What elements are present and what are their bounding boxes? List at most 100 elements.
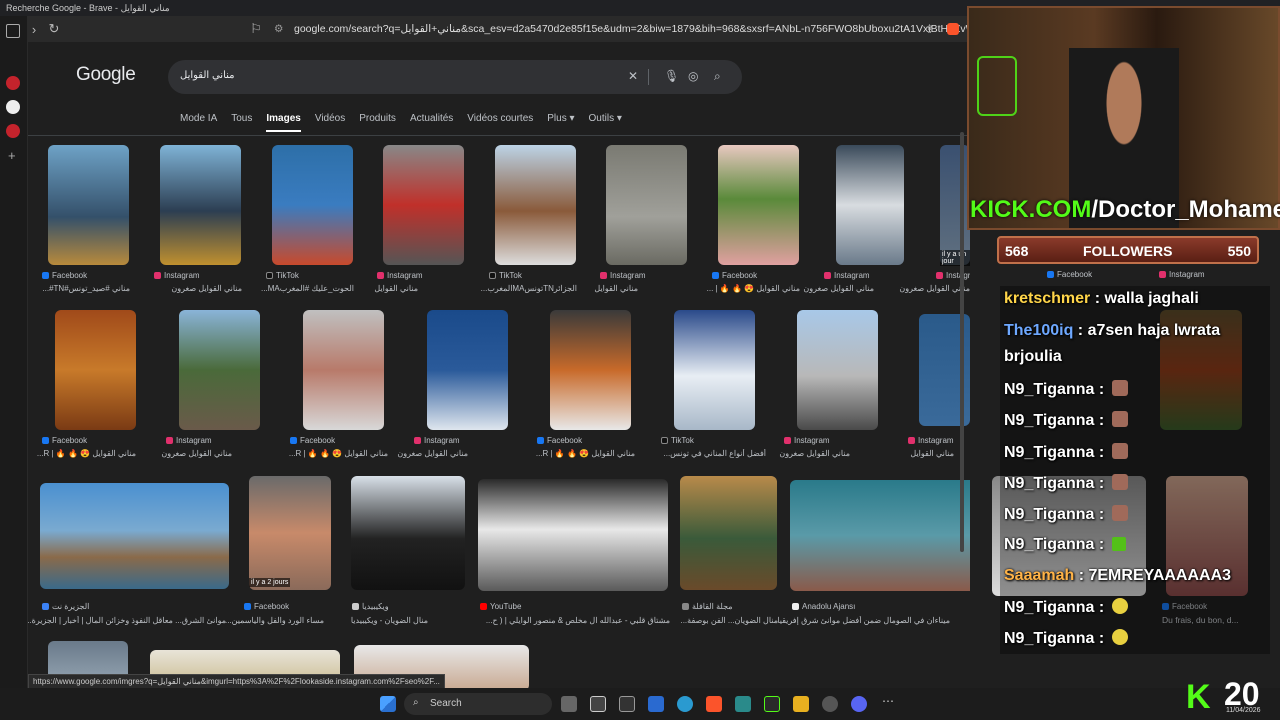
image-result[interactable]	[160, 145, 241, 265]
followers-right-count: 550	[1227, 243, 1251, 259]
emote-icon	[1112, 380, 1129, 396]
lens-icon[interactable]: ◎	[688, 69, 698, 83]
result-caption[interactable]: مناني القوايل صغرون	[122, 449, 232, 458]
image-result[interactable]	[55, 310, 136, 430]
app-icon[interactable]	[735, 696, 751, 712]
result-caption[interactable]: مناني القوايل صغرون	[740, 449, 850, 458]
search-query: مناني القوايل	[180, 70, 235, 81]
result-source: Facebook	[244, 602, 289, 611]
image-result[interactable]	[797, 310, 878, 430]
google-logo[interactable]: Google	[76, 64, 136, 86]
image-result[interactable]	[383, 145, 464, 265]
reload-icon[interactable]: ↻	[44, 21, 64, 37]
result-source: Anadolu Ajansı	[792, 602, 855, 611]
page-scrollbar[interactable]	[960, 132, 964, 552]
obs-icon[interactable]	[822, 696, 838, 712]
image-result[interactable]	[272, 145, 353, 265]
taskbar-search[interactable]: ⌕ Search	[404, 693, 552, 715]
status-url: https://www.google.com/imgres?q=مناني ال…	[28, 674, 445, 689]
image-result[interactable]	[550, 310, 631, 430]
image-result[interactable]	[303, 310, 384, 430]
result-source: YouTube	[480, 602, 521, 611]
tab-outils[interactable]: Outils ▾	[589, 113, 622, 132]
result-caption[interactable]: مناني القوايل	[844, 449, 954, 458]
brave-icon[interactable]	[706, 696, 722, 712]
file-explorer-icon[interactable]	[793, 696, 809, 712]
image-result[interactable]	[478, 479, 668, 591]
tab-actualites[interactable]: Actualités	[410, 113, 453, 132]
tab-videos-courtes[interactable]: Vidéos courtes	[467, 113, 533, 132]
discord-icon[interactable]	[851, 696, 867, 712]
tab-mode-ia[interactable]: Mode IA	[180, 113, 217, 132]
chat-message: kretschmer : walla jaghali	[1004, 290, 1199, 307]
result-caption[interactable]: مناني #صيد_تونس#TN#...	[28, 284, 130, 293]
image-result[interactable]	[790, 480, 970, 591]
pycharm-icon[interactable]	[764, 696, 780, 712]
result-caption[interactable]: منال الضويان - ويكيبيديا	[318, 616, 428, 625]
image-result[interactable]	[179, 310, 260, 430]
search-icon[interactable]: ⌕	[714, 69, 721, 84]
share-icon[interactable]: ⇪	[925, 23, 934, 36]
result-source: Instagram	[824, 271, 870, 280]
chat-message: N9_Tiganna :	[1004, 411, 1129, 430]
tab-videos[interactable]: Vidéos	[315, 113, 345, 132]
outlook-icon[interactable]	[648, 696, 664, 712]
calendar-icon[interactable]	[590, 696, 606, 712]
tab-plus[interactable]: Plus ▾	[547, 113, 574, 132]
sidebar-youtube-icon[interactable]	[6, 76, 20, 90]
edge-icon[interactable]	[677, 696, 693, 712]
sidebar-chrome-icon[interactable]	[6, 100, 20, 114]
bookmark-icon[interactable]: ⚐	[246, 21, 266, 37]
image-result[interactable]	[351, 476, 465, 590]
neon-sign	[977, 56, 1017, 116]
result-source: Instagram	[784, 436, 830, 445]
sidebar-panel-icon[interactable]	[6, 24, 20, 38]
result-caption[interactable]: مناني القوايل صغرون	[132, 284, 242, 293]
image-result[interactable]	[940, 145, 970, 265]
result-caption[interactable]: مناني القوايل	[528, 284, 638, 293]
terminal-icon[interactable]	[619, 696, 635, 712]
sidebar-youtube-icon-2[interactable]	[6, 124, 20, 138]
result-caption[interactable]: مناني القوايل 😍 🔥 🔥 | R...	[525, 449, 635, 458]
more-icon[interactable]: ⋯	[882, 694, 898, 710]
result-caption[interactable]: مناني القوايل صغرون	[860, 284, 970, 293]
address-bar[interactable]: ⚙ google.com/search?q=مناني+القوايل&sca_…	[268, 19, 968, 39]
image-result[interactable]	[718, 145, 799, 265]
result-caption[interactable]: مناني القوايل 😍 🔥 🔥 | R...	[28, 449, 136, 458]
result-caption[interactable]: مشتاق قلبي - عبدالله ال مخلص & منصور الو…	[480, 616, 670, 625]
url-text: google.com/search?q=مناني+القوايل&sca_es…	[294, 23, 968, 35]
image-result[interactable]	[427, 310, 508, 430]
image-result[interactable]	[495, 145, 576, 265]
result-caption[interactable]: مناني القوايل صغرون	[764, 284, 874, 293]
image-result[interactable]	[48, 145, 129, 265]
voice-search-icon[interactable]: 🎙	[664, 69, 679, 83]
windows-taskbar: ⌕ Search ⋯	[0, 688, 1280, 720]
image-result[interactable]	[674, 310, 755, 430]
brave-shields-icon[interactable]	[947, 23, 959, 35]
windows-start-icon[interactable]	[380, 696, 396, 712]
result-caption[interactable]: مناني القوايل	[308, 284, 418, 293]
site-settings-icon[interactable]: ⚙	[274, 23, 283, 35]
result-source: مجلة القافلة	[682, 602, 733, 611]
tab-tous[interactable]: Tous	[231, 113, 252, 132]
chat-message: N9_Tiganna :	[1004, 629, 1129, 648]
clear-icon[interactable]: ✕	[628, 69, 638, 83]
kick-logo: K	[1186, 678, 1211, 716]
search-input[interactable]: مناني القوايل ✕ 🎙 ◎ ⌕	[168, 60, 742, 94]
image-result[interactable]	[40, 483, 229, 589]
search-tabs: Mode IA Tous Images Vidéos Produits Actu…	[180, 113, 636, 132]
image-result[interactable]	[680, 476, 777, 590]
image-result[interactable]	[606, 145, 687, 265]
result-caption[interactable]: ميناءان في الصومال ضمن أفضل موانئ شرق إف…	[738, 616, 950, 625]
image-result[interactable]	[249, 476, 331, 590]
result-source: Instagram	[414, 436, 460, 445]
tab-images[interactable]: Images	[266, 113, 301, 132]
result-caption[interactable]: مساء الورد والفل والياسمين...	[214, 616, 324, 625]
image-result[interactable]	[836, 145, 904, 265]
result-caption[interactable]: مناني القوايل صغرون	[358, 449, 468, 458]
tab-produits[interactable]: Produits	[359, 113, 396, 132]
sidebar-add-icon[interactable]: +	[8, 148, 16, 163]
result-caption[interactable]: موانئ الشرق... معاقل النفوذ وخزائن المال…	[28, 616, 226, 625]
task-view-icon[interactable]	[561, 696, 577, 712]
followers-label: FOLLOWERS	[1083, 243, 1173, 259]
